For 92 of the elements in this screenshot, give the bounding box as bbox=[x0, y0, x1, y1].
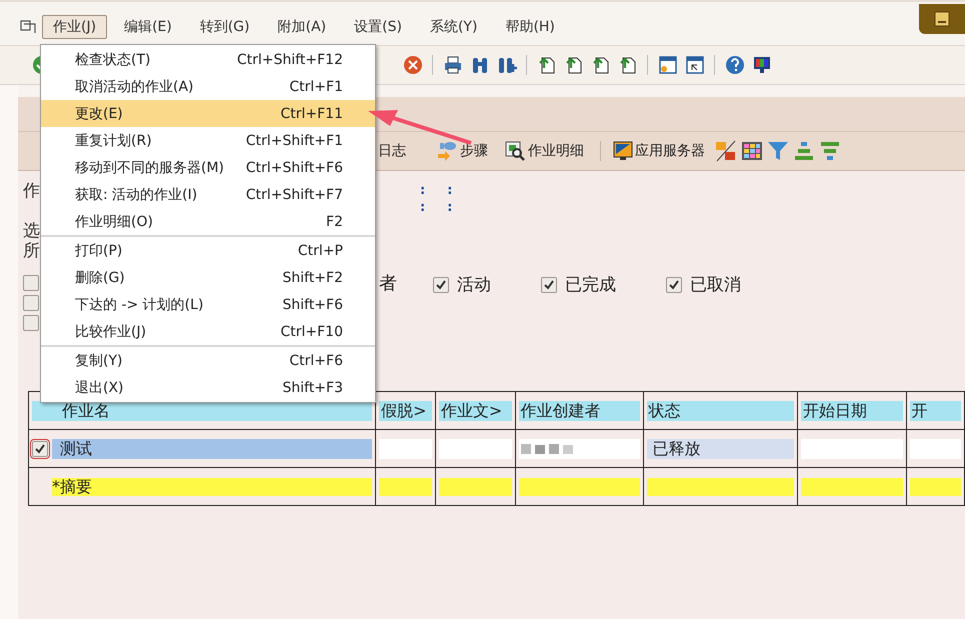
monitor-icon[interactable] bbox=[752, 55, 772, 75]
menu-item-label: 退出(X) bbox=[75, 378, 124, 396]
checkbox[interactable] bbox=[23, 295, 39, 311]
grid-icon[interactable] bbox=[741, 140, 763, 162]
menu-item[interactable]: 获取: 活动的作业(I) Ctrl+Shift+F7 bbox=[41, 181, 375, 208]
menu-bar-item[interactable]: 编辑(E) bbox=[113, 14, 183, 38]
separator-text: : bbox=[420, 183, 426, 198]
menu-bar-item[interactable]: 系统(Y) bbox=[418, 14, 488, 38]
field-label: 选 bbox=[23, 221, 40, 241]
cancel-icon[interactable] bbox=[402, 55, 422, 75]
checkbox-label: 已取消 bbox=[690, 274, 741, 296]
filter-icon[interactable] bbox=[767, 140, 789, 162]
toolbar-button[interactable]: 应用服务器 bbox=[592, 141, 713, 161]
toolbar-button[interactable]: 步骤 bbox=[428, 141, 496, 161]
menu-item[interactable]: 作业明细(O) F2 bbox=[41, 208, 375, 235]
table-cell: 已释放 bbox=[646, 438, 794, 458]
summary-cell bbox=[910, 478, 961, 496]
checkbox[interactable] bbox=[541, 276, 557, 292]
column-header[interactable]: 开 bbox=[910, 400, 961, 420]
menu-item-label: 打印(P) bbox=[75, 242, 122, 260]
shortcut-text: Ctrl+P bbox=[298, 242, 343, 258]
checkbox-label: 已完成 bbox=[565, 274, 616, 296]
shortcut-text: Ctrl+F11 bbox=[280, 106, 343, 122]
column-header[interactable]: 开始日期 bbox=[801, 400, 903, 420]
separator-text: : bbox=[447, 183, 452, 198]
shortcut-text: Shift+F3 bbox=[282, 380, 343, 396]
toolbar-button[interactable]: 作业明细 bbox=[496, 141, 592, 161]
menu-item-label: 作业明细(O) bbox=[75, 212, 153, 230]
shortcut-text: Shift+F2 bbox=[282, 270, 343, 286]
shortcut-icon[interactable] bbox=[684, 55, 704, 75]
separator-text: : bbox=[420, 200, 426, 215]
checkbox[interactable] bbox=[433, 276, 449, 292]
shortcut-text: Ctrl+Shift+F7 bbox=[246, 186, 343, 202]
menu-toggle-icon[interactable] bbox=[20, 20, 36, 34]
help-icon[interactable] bbox=[724, 55, 744, 75]
shortcut-text: Ctrl+F1 bbox=[289, 78, 343, 94]
menu-item[interactable]: 下达的 -> 计划的(L) Shift+F6 bbox=[41, 291, 375, 318]
menu-item[interactable]: 比较作业(J) Ctrl+F10 bbox=[41, 318, 375, 345]
column-header[interactable]: 假脱> bbox=[379, 400, 432, 420]
menu-item[interactable]: 取消活动的作业(A) Ctrl+F1 bbox=[41, 73, 375, 100]
row-checkbox[interactable] bbox=[32, 440, 48, 456]
menu-item[interactable]: 打印(P) Ctrl+P bbox=[41, 237, 375, 264]
menu-bar-item[interactable]: 帮助(H) bbox=[494, 14, 566, 38]
menu-item[interactable]: 检查状态(T) Ctrl+Shift+F12 bbox=[41, 46, 375, 73]
minimize-icon bbox=[933, 10, 951, 28]
menu-item-label: 更改(E) bbox=[75, 104, 123, 122]
shortcut-text: Shift+F6 bbox=[282, 296, 343, 312]
menu-item-label: 移动到不同的服务器(M) bbox=[75, 158, 224, 176]
field-label: 作 bbox=[23, 181, 40, 201]
window-control-button[interactable] bbox=[919, 4, 965, 34]
menu-item[interactable]: 退出(X) Shift+F3 bbox=[41, 374, 375, 401]
menu-bar-item[interactable]: 转到(G) bbox=[188, 14, 261, 38]
shortcut-text: Ctrl+Shift+F12 bbox=[236, 52, 343, 68]
menu-item-label: 下达的 -> 计划的(L) bbox=[75, 296, 204, 314]
shortcut-text: Ctrl+F10 bbox=[280, 324, 343, 340]
shortcut-text: F2 bbox=[326, 214, 343, 230]
menu-item[interactable]: 删除(G) Shift+F2 bbox=[41, 264, 375, 291]
menu-item-label: 取消活动的作业(A) bbox=[75, 78, 194, 96]
table-cell[interactable]: 测试 bbox=[52, 438, 372, 458]
menu-item-label: 检查状态(T) bbox=[75, 50, 150, 68]
menu-bar-item[interactable]: 作业(J) bbox=[42, 14, 108, 38]
printer-icon[interactable] bbox=[442, 55, 462, 75]
checkbox[interactable] bbox=[23, 275, 39, 291]
shortcut-text: Ctrl+F6 bbox=[289, 352, 343, 368]
shortcut-text: Ctrl+Shift+F1 bbox=[246, 132, 343, 148]
checkbox-label: 活动 bbox=[457, 274, 491, 296]
menu-item-label: 删除(G) bbox=[75, 268, 125, 286]
summary-cell bbox=[379, 478, 432, 496]
steps-icon bbox=[436, 141, 458, 161]
separator-text: : bbox=[447, 200, 452, 215]
menu-item-label: 复制(Y) bbox=[75, 352, 122, 370]
column-header[interactable]: 作业文> bbox=[438, 400, 512, 420]
menu-item[interactable]: 更改(E) Ctrl+F11 bbox=[41, 100, 375, 127]
menu-bar-item[interactable]: 附加(A) bbox=[266, 14, 338, 38]
column-header[interactable]: 作业创建者 bbox=[518, 400, 640, 420]
server-icon bbox=[613, 141, 633, 161]
checkbox[interactable] bbox=[666, 276, 682, 292]
menu-bar-item[interactable]: 设置(S) bbox=[343, 14, 413, 38]
magnifier-icon bbox=[504, 141, 526, 161]
sort-ascending-icon[interactable] bbox=[793, 140, 815, 162]
checkbox[interactable] bbox=[23, 315, 39, 331]
menu-item-label: 获取: 活动的作业(I) bbox=[75, 186, 198, 204]
column-header[interactable]: 状态 bbox=[646, 400, 794, 420]
field-label: 所 bbox=[23, 241, 40, 261]
shortcut-text: Ctrl+Shift+F6 bbox=[246, 160, 343, 176]
sort-descending-icon[interactable] bbox=[819, 140, 841, 162]
menu-item-label: 重复计划(R) bbox=[75, 132, 152, 150]
menu-item[interactable]: 复制(Y) Ctrl+F6 bbox=[41, 347, 375, 374]
menu-item-label: 比较作业(J) bbox=[75, 322, 146, 340]
status-label: 者 bbox=[379, 272, 397, 295]
summary-cell: *摘要 bbox=[52, 478, 372, 496]
new-window-icon[interactable] bbox=[658, 55, 678, 75]
